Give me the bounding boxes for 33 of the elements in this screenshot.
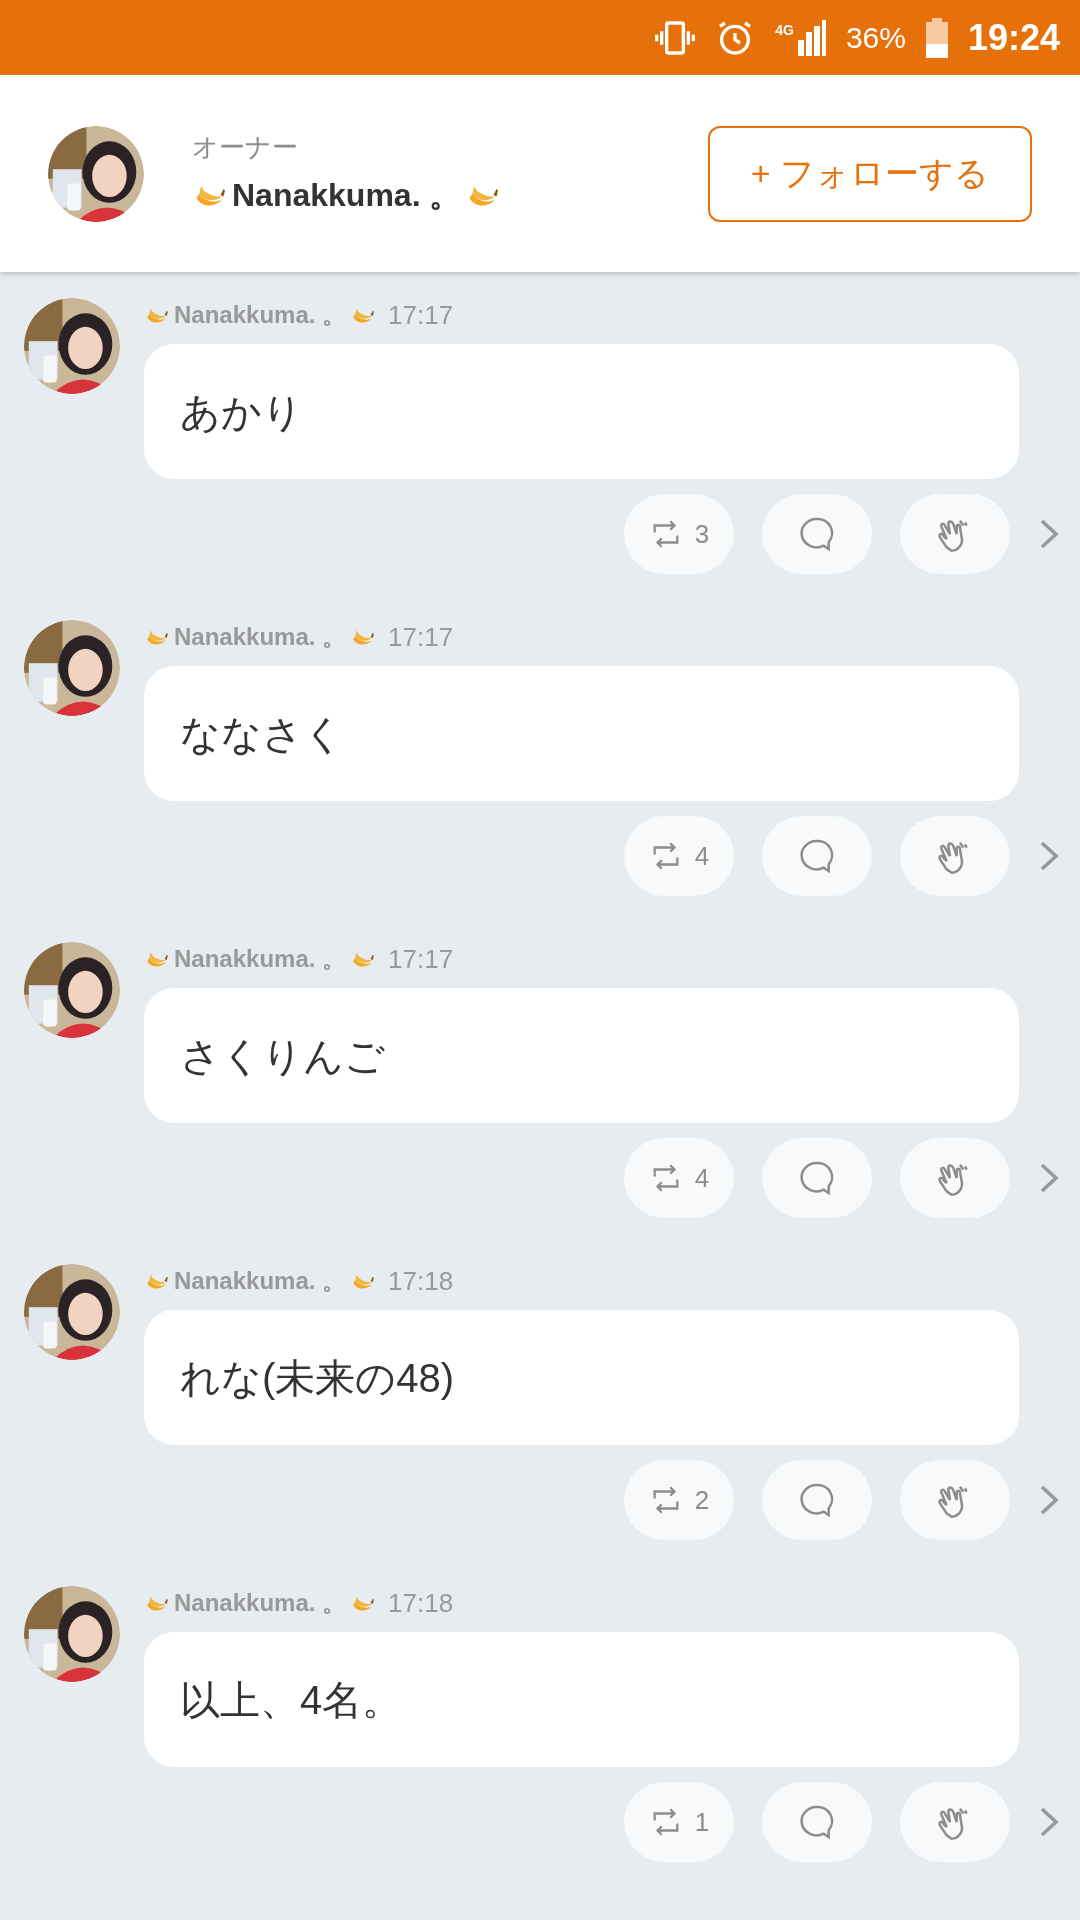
author-name: Nanakkuma. 。 <box>174 1266 347 1296</box>
message-text: れな(未来の48) <box>180 1354 455 1402</box>
message-text: さくりんご <box>180 1032 385 1080</box>
message-time: 17:17 <box>388 298 454 332</box>
message-text: あかり <box>180 388 303 436</box>
message-text: 以上、4名。 <box>180 1676 403 1724</box>
author-name: Nanakkuma. 。 <box>174 944 347 974</box>
battery-percent: 36% <box>845 20 906 56</box>
chevron-right-icon[interactable] <box>1038 1161 1060 1195</box>
network-type: 4G <box>775 20 794 40</box>
author-name: Nanakkuma. 。 <box>174 1588 347 1618</box>
battery-icon <box>925 17 948 58</box>
message-text: ななさく <box>180 710 344 758</box>
chevron-right-icon[interactable] <box>1038 517 1060 551</box>
role-label: オーナー <box>192 131 299 164</box>
repost-button[interactable]: 1 <box>624 1782 734 1862</box>
message-time: 17:17 <box>388 942 454 976</box>
clock: 19:24 <box>967 15 1060 60</box>
follow-button[interactable]: + フォローする <box>708 125 1032 222</box>
signal-icon <box>797 19 826 56</box>
author-name: Nanakkuma. 。 <box>174 622 347 652</box>
repost-button[interactable]: 3 <box>624 494 734 574</box>
message-time: 17:17 <box>388 620 454 654</box>
chevron-right-icon[interactable] <box>1038 1483 1060 1517</box>
owner-name: Nanakkuma. 。 <box>232 176 462 215</box>
repost-button[interactable]: 2 <box>624 1460 734 1540</box>
chevron-right-icon[interactable] <box>1038 839 1060 873</box>
repost-button[interactable]: 4 <box>624 1138 734 1218</box>
chevron-right-icon[interactable] <box>1038 1805 1060 1839</box>
repost-button[interactable]: 4 <box>624 816 734 896</box>
message-time: 17:18 <box>388 1586 454 1620</box>
author-name: Nanakkuma. 。 <box>174 300 347 330</box>
message-time: 17:18 <box>388 1264 454 1298</box>
